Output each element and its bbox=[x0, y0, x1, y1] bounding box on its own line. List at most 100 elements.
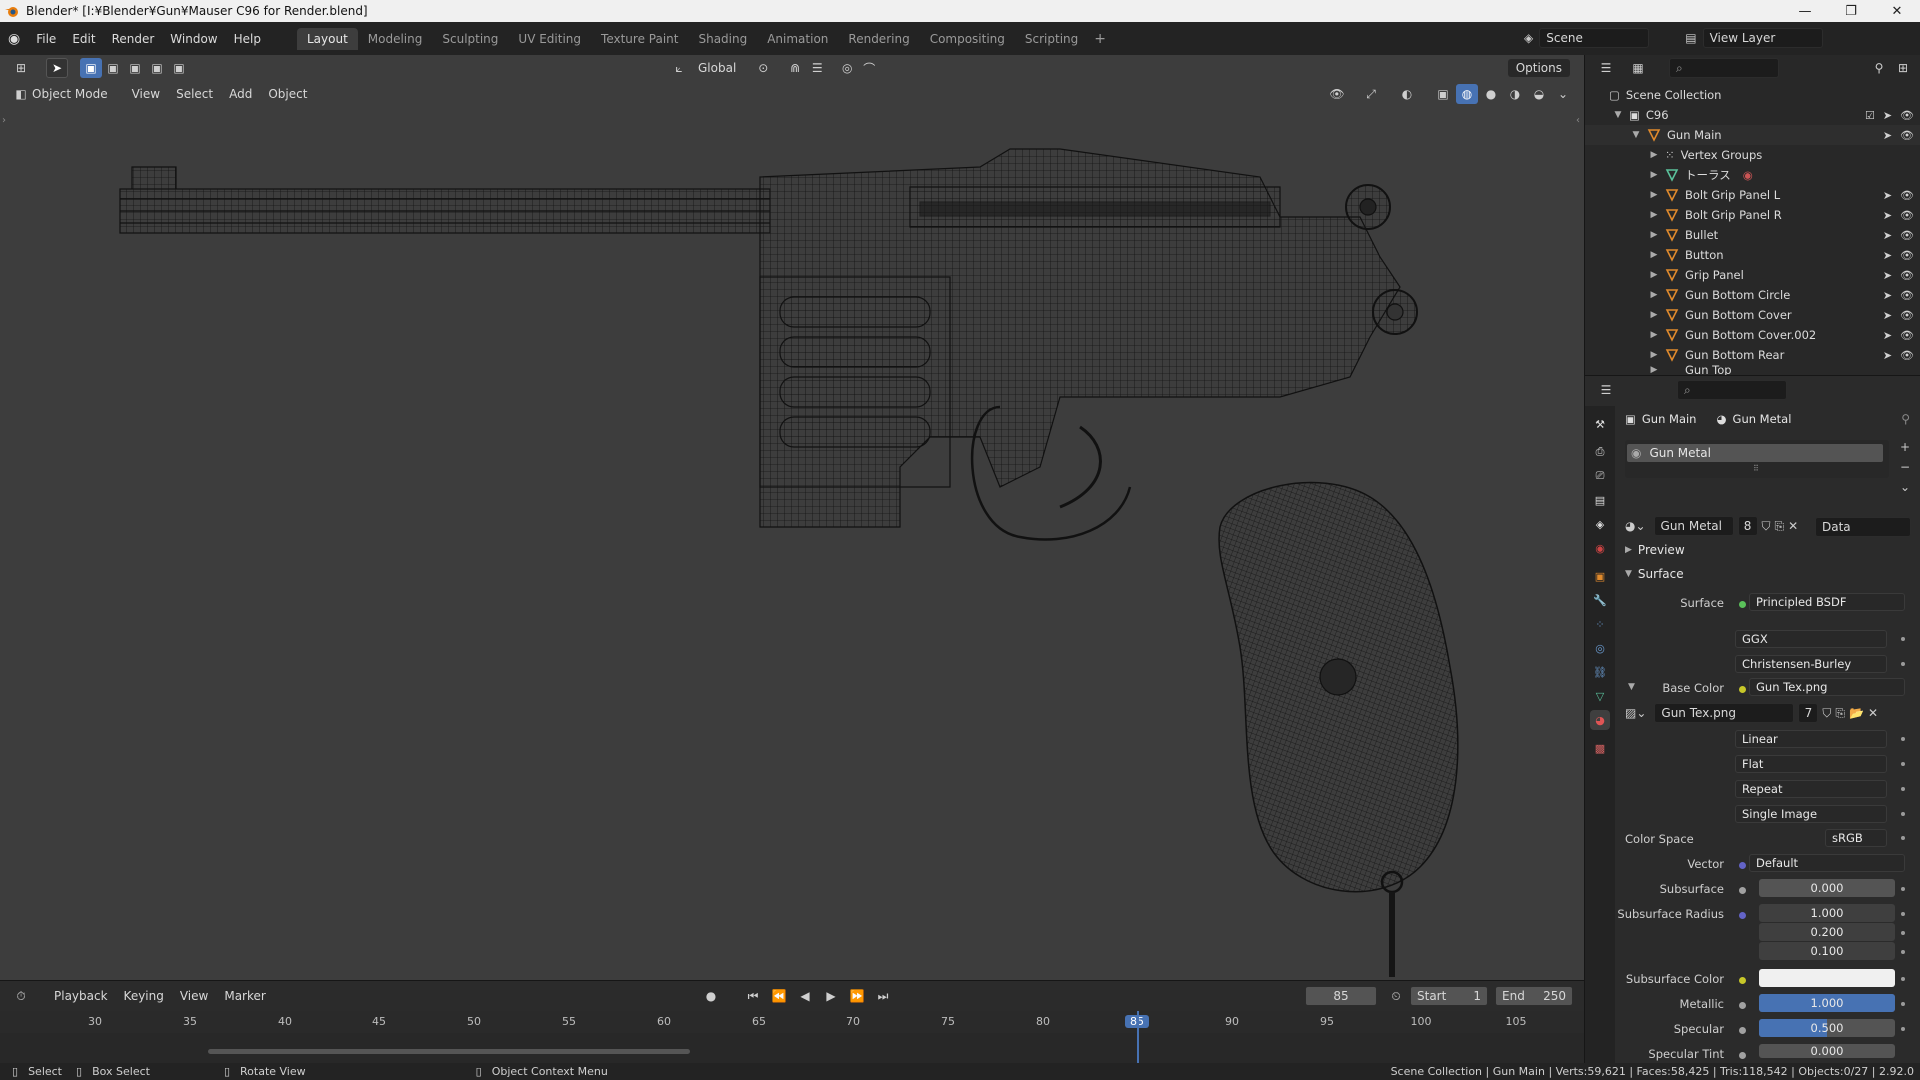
checkbox-icon[interactable]: ☑ bbox=[1865, 109, 1875, 122]
keyframe-dot[interactable] bbox=[1901, 812, 1905, 816]
gun-wireframe-model[interactable] bbox=[0, 107, 1584, 980]
auto-keying-icon[interactable]: ● bbox=[700, 986, 722, 1006]
eye-icon[interactable]: 👁 bbox=[1900, 289, 1914, 302]
metallic-slider[interactable]: 1.000 bbox=[1759, 994, 1895, 1012]
select-tool-icon[interactable]: ➤ bbox=[46, 58, 68, 78]
tab-compositing[interactable]: Compositing bbox=[920, 28, 1015, 50]
subsurface-method-dropdown[interactable]: Christensen-Burley bbox=[1735, 655, 1887, 673]
keyframe-dot[interactable] bbox=[1901, 836, 1905, 840]
timeline-track-area[interactable] bbox=[0, 1011, 1584, 1064]
outliner-row-vertex-groups[interactable]: ▶ ⁙ Vertex Groups bbox=[1585, 145, 1920, 165]
material-slot-item[interactable]: ◉ Gun Metal bbox=[1627, 444, 1883, 462]
keyframe-dot[interactable] bbox=[1901, 1027, 1905, 1031]
menu-keying[interactable]: Keying bbox=[116, 987, 172, 1005]
pin-icon[interactable]: ⚲ bbox=[1901, 412, 1910, 426]
eye-icon[interactable]: 👁 bbox=[1900, 229, 1914, 242]
vector-field[interactable]: Default bbox=[1749, 854, 1905, 872]
select-mode-subtract-icon[interactable]: ▣ bbox=[124, 58, 146, 78]
menu-playback[interactable]: Playback bbox=[46, 987, 116, 1005]
remove-slot-button[interactable]: − bbox=[1900, 460, 1910, 474]
scene-icon[interactable]: ◈ bbox=[1524, 31, 1533, 45]
eye-icon[interactable]: 👁 bbox=[1900, 109, 1914, 122]
browse-material-icon[interactable]: ◕⌄ bbox=[1625, 519, 1646, 533]
start-frame-field[interactable]: Start 1 bbox=[1410, 986, 1488, 1006]
object-data-tab-icon[interactable]: ▽ bbox=[1590, 686, 1610, 706]
selectable-icon[interactable]: ➤ bbox=[1883, 269, 1892, 282]
subsurface-radius-x[interactable]: 1.000 bbox=[1759, 904, 1895, 922]
keyframe-dot[interactable] bbox=[1901, 931, 1905, 935]
expand-arrow-icon[interactable]: ▶ bbox=[1649, 210, 1659, 220]
expand-arrow-icon[interactable]: ▶ bbox=[1649, 170, 1659, 180]
keyframe-dot[interactable] bbox=[1901, 887, 1905, 891]
falloff-icon[interactable]: ⌒ bbox=[858, 58, 880, 78]
tab-shading[interactable]: Shading bbox=[688, 28, 757, 50]
toolbar-expand-arrow[interactable]: › bbox=[2, 115, 6, 126]
selectable-icon[interactable]: ➤ bbox=[1883, 249, 1892, 262]
select-mode-invert-icon[interactable]: ▣ bbox=[146, 58, 168, 78]
jump-start-icon[interactable]: ⏮ bbox=[742, 986, 764, 1006]
subsurface-color-swatch[interactable] bbox=[1759, 969, 1895, 987]
unlink-material-icon[interactable]: ✕ bbox=[1788, 519, 1798, 533]
link-dropdown[interactable]: Data bbox=[1815, 517, 1911, 537]
view-layer-selector[interactable]: View Layer bbox=[1702, 28, 1823, 48]
menu-file[interactable]: File bbox=[28, 32, 64, 46]
jump-keyframe-forward-icon[interactable]: ⏩ bbox=[846, 986, 868, 1006]
material-tab-icon[interactable]: ◕ bbox=[1590, 710, 1610, 730]
subsurface-radius-y[interactable]: 0.200 bbox=[1759, 923, 1895, 941]
tab-animation[interactable]: Animation bbox=[757, 28, 838, 50]
transform-orientation-icon[interactable]: ⟀ bbox=[668, 58, 690, 78]
menu-select[interactable]: Select bbox=[168, 85, 221, 103]
specular-tint-slider[interactable]: 0.000 bbox=[1759, 1044, 1895, 1058]
expand-arrow-icon[interactable]: ▶ bbox=[1649, 290, 1659, 300]
distribution-dropdown[interactable]: GGX bbox=[1735, 630, 1887, 648]
material-name-field[interactable]: Gun Metal bbox=[1653, 516, 1734, 536]
eye-icon[interactable]: 👁 bbox=[1900, 129, 1914, 142]
menu-render[interactable]: Render bbox=[104, 32, 163, 46]
menu-add[interactable]: Add bbox=[221, 85, 260, 103]
outliner-editor[interactable]: ☰ ▦ ⌕ ⚲ ⊞ ▢ Scene Collection ▼ ▣ C96 ☑ ➤ 👁… bbox=[1584, 55, 1920, 375]
keyframe-dot[interactable] bbox=[1901, 787, 1905, 791]
outliner-editor-type-icon[interactable]: ☰ bbox=[1595, 58, 1617, 78]
fake-user-icon[interactable]: ⛉ bbox=[1822, 706, 1831, 721]
keyframe-dot[interactable] bbox=[1901, 662, 1905, 666]
scene-tab-icon[interactable]: ◈ bbox=[1590, 514, 1610, 534]
outliner-row-gun-bottom-rear[interactable]: ▶ Gun Bottom Rear ➤ 👁 bbox=[1585, 345, 1920, 365]
outliner-search-input[interactable]: ⌕ bbox=[1669, 58, 1779, 78]
constraints-tab-icon[interactable]: ⛓ bbox=[1590, 662, 1610, 682]
interpolation-dropdown[interactable]: Linear bbox=[1735, 730, 1887, 748]
tab-texture-paint[interactable]: Texture Paint bbox=[591, 28, 688, 50]
world-tab-icon[interactable]: ◉ bbox=[1590, 538, 1610, 558]
subsurface-slider[interactable]: 0.000 bbox=[1759, 879, 1895, 897]
duplicate-image-icon[interactable]: ⎘ bbox=[1835, 706, 1845, 721]
menu-edit[interactable]: Edit bbox=[64, 32, 103, 46]
jump-end-icon[interactable]: ⏭ bbox=[872, 986, 894, 1006]
expand-arrow-icon[interactable]: ▼ bbox=[1613, 110, 1623, 120]
tab-rendering[interactable]: Rendering bbox=[838, 28, 919, 50]
shading-options-icon[interactable]: ⌄ bbox=[1552, 84, 1574, 104]
add-slot-button[interactable]: + bbox=[1900, 440, 1910, 454]
extension-dropdown[interactable]: Repeat bbox=[1735, 780, 1887, 798]
current-frame-field[interactable]: 85 bbox=[1305, 986, 1377, 1006]
material-shading-icon[interactable]: ◑ bbox=[1504, 84, 1526, 104]
timeline-ruler[interactable]: 30 35 40 45 50 55 60 65 70 75 80 85 90 9… bbox=[0, 1011, 1584, 1033]
render-tab-icon[interactable]: ⎙ bbox=[1590, 442, 1610, 462]
maximize-button[interactable]: ❐ bbox=[1828, 0, 1874, 22]
jump-keyframe-back-icon[interactable]: ⏪ bbox=[768, 986, 790, 1006]
collapse-arrow-icon[interactable]: ▼ bbox=[1628, 682, 1635, 692]
expand-arrow-icon[interactable]: ▼ bbox=[1631, 130, 1641, 140]
projection-dropdown[interactable]: Flat bbox=[1735, 755, 1887, 773]
expand-arrow-icon[interactable]: ▶ bbox=[1649, 150, 1659, 160]
scene-selector[interactable]: Scene bbox=[1539, 28, 1650, 48]
new-collection-icon[interactable]: ⊞ bbox=[1892, 58, 1914, 78]
timeline-editor[interactable]: ⏱ Playback Keying View Marker ● ⏮ ⏪ ◀ ▶ … bbox=[0, 980, 1584, 1064]
image-browse-icon[interactable]: ▨⌄ bbox=[1625, 706, 1646, 720]
options-dropdown[interactable]: Options bbox=[1507, 59, 1570, 77]
expand-arrow-icon[interactable]: ▶ bbox=[1649, 310, 1659, 320]
proportional-edit-icon[interactable]: ◎ bbox=[836, 58, 858, 78]
physics-tab-icon[interactable]: ◎ bbox=[1590, 638, 1610, 658]
outliner-row-gun-bottom-cover-002[interactable]: ▶ Gun Bottom Cover.002 ➤ 👁 bbox=[1585, 325, 1920, 345]
tab-modeling[interactable]: Modeling bbox=[358, 28, 433, 50]
eye-icon[interactable]: 👁 bbox=[1900, 309, 1914, 322]
selectable-icon[interactable]: ➤ bbox=[1883, 229, 1892, 242]
filter-icon[interactable]: ⚲ bbox=[1868, 58, 1890, 78]
